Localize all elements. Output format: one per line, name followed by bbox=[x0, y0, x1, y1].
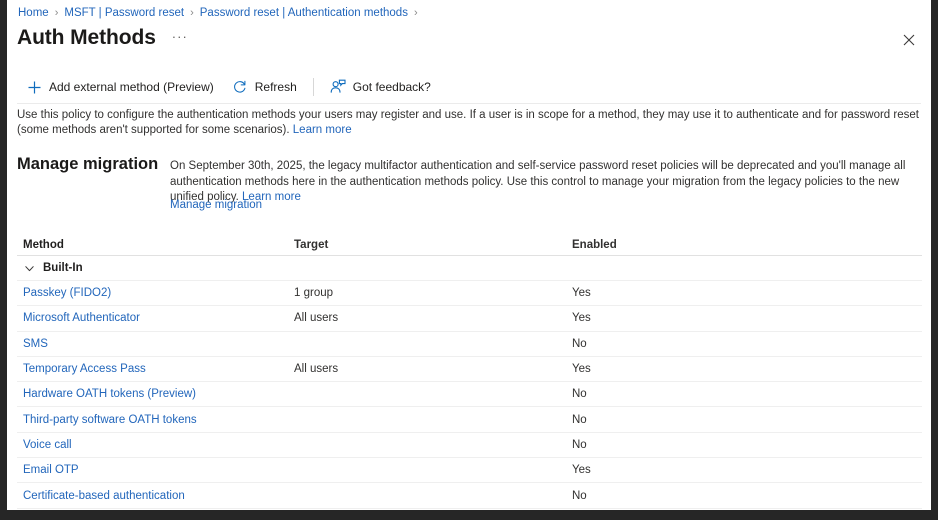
table-cell-enabled: No bbox=[572, 413, 587, 426]
table-cell-method: Third-party software OATH tokens bbox=[17, 414, 294, 426]
table-cell-method: Hardware OATH tokens (Preview) bbox=[17, 388, 294, 400]
table-cell-enabled: Yes bbox=[572, 464, 591, 477]
policy-description-learn-more-link[interactable]: Learn more bbox=[293, 124, 352, 136]
table-cell-method: Voice call bbox=[17, 439, 294, 451]
policy-description-text: Use this policy to configure the authent… bbox=[17, 109, 919, 136]
method-link[interactable]: Passkey (FIDO2) bbox=[23, 287, 111, 299]
table-row[interactable]: Third-party software OATH tokens No bbox=[17, 407, 922, 433]
table-cell-method: Passkey (FIDO2) bbox=[17, 287, 294, 299]
method-link[interactable]: Third-party software OATH tokens bbox=[23, 414, 197, 426]
refresh-icon bbox=[232, 79, 248, 95]
method-link[interactable]: SMS bbox=[23, 338, 48, 350]
more-options-button[interactable]: ··· bbox=[168, 27, 192, 46]
table-cell-enabled: No bbox=[572, 337, 587, 350]
table-cell-enabled: No bbox=[572, 438, 587, 451]
method-link[interactable]: Certificate-based authentication bbox=[23, 490, 185, 502]
plus-icon bbox=[26, 79, 42, 95]
table-body: Passkey (FIDO2) 1 group Yes Microsoft Authe… bbox=[17, 281, 922, 509]
column-header-method[interactable]: Method bbox=[17, 239, 294, 251]
breadcrumb-item-authentication-methods[interactable]: Password reset | Authentication methods bbox=[200, 5, 408, 21]
table-cell-enabled: Yes bbox=[572, 363, 591, 376]
breadcrumb-separator-icon: › bbox=[54, 7, 59, 19]
method-link[interactable]: Microsoft Authenticator bbox=[23, 312, 140, 324]
toolbar-bottom-divider bbox=[17, 103, 921, 104]
table-row[interactable]: Microsoft Authenticator All users Yes bbox=[17, 306, 922, 332]
table-group-row-built-in[interactable]: Built-In bbox=[17, 256, 922, 281]
table-cell-method: SMS bbox=[17, 338, 294, 350]
got-feedback-button[interactable]: Got feedback? bbox=[321, 73, 440, 101]
title-row: Auth Methods ··· bbox=[17, 26, 192, 50]
table-cell-target: All users bbox=[294, 363, 339, 376]
toolbar: Add external method (Preview) Refresh Go… bbox=[17, 72, 440, 102]
manage-migration-heading: Manage migration bbox=[17, 155, 159, 173]
method-link[interactable]: Temporary Access Pass bbox=[23, 363, 146, 375]
group-toggle[interactable]: Built-In bbox=[17, 262, 294, 274]
manage-migration-link[interactable]: Manage migration bbox=[170, 199, 262, 211]
auth-methods-table: Method Target Enabled Built-In Passkey (… bbox=[17, 234, 922, 509]
table-row[interactable]: Certificate-based authentication No bbox=[17, 483, 922, 509]
table-cell-enabled: Yes bbox=[572, 312, 591, 325]
group-label: Built-In bbox=[43, 262, 83, 274]
add-external-method-button[interactable]: Add external method (Preview) bbox=[17, 73, 223, 101]
table-row[interactable]: Temporary Access Pass All users Yes bbox=[17, 357, 922, 383]
table-cell-enabled: No bbox=[572, 489, 587, 502]
table-row[interactable]: Email OTP Yes bbox=[17, 458, 922, 484]
breadcrumb-separator-icon: › bbox=[190, 7, 194, 19]
table-cell-target: All users bbox=[294, 312, 339, 325]
breadcrumb-separator-icon: › bbox=[413, 7, 418, 19]
table-row[interactable]: Hardware OATH tokens (Preview) No bbox=[17, 382, 922, 408]
table-header-row: Method Target Enabled bbox=[17, 234, 922, 256]
column-header-enabled[interactable]: Enabled bbox=[572, 239, 922, 251]
table-cell-method: Certificate-based authentication bbox=[17, 490, 294, 502]
table-cell-target: 1 group bbox=[294, 287, 334, 300]
blade-panel: Home › MSFT | Password reset › Password … bbox=[7, 0, 931, 510]
table-cell-enabled: No bbox=[572, 388, 587, 401]
table-row[interactable]: SMS No bbox=[17, 332, 922, 357]
manage-migration-body: On September 30th, 2025, the legacy mult… bbox=[170, 159, 922, 206]
table-row[interactable]: Passkey (FIDO2) 1 group Yes bbox=[17, 281, 922, 307]
method-link[interactable]: Email OTP bbox=[23, 464, 79, 476]
page-title: Auth Methods bbox=[17, 26, 156, 49]
chevron-down-icon bbox=[23, 262, 35, 274]
table-cell-method: Email OTP bbox=[17, 464, 294, 476]
toolbar-divider bbox=[312, 78, 314, 96]
method-link[interactable]: Voice call bbox=[23, 439, 72, 451]
feedback-person-icon bbox=[330, 79, 346, 95]
close-button[interactable] bbox=[896, 27, 922, 53]
breadcrumb: Home › MSFT | Password reset › Password … bbox=[18, 5, 424, 21]
refresh-button[interactable]: Refresh bbox=[223, 73, 306, 101]
method-link[interactable]: Hardware OATH tokens (Preview) bbox=[23, 388, 196, 400]
breadcrumb-item-password-reset[interactable]: MSFT | Password reset bbox=[64, 5, 184, 21]
column-header-target[interactable]: Target bbox=[294, 239, 572, 251]
table-cell-enabled: Yes bbox=[572, 287, 591, 300]
add-external-method-label: Add external method (Preview) bbox=[49, 80, 214, 94]
breadcrumb-item-home[interactable]: Home bbox=[18, 5, 49, 21]
refresh-label: Refresh bbox=[254, 80, 297, 94]
table-cell-method: Microsoft Authenticator bbox=[17, 312, 294, 324]
got-feedback-label: Got feedback? bbox=[352, 80, 431, 94]
table-cell-method: Temporary Access Pass bbox=[17, 363, 294, 375]
policy-description: Use this policy to configure the authent… bbox=[17, 108, 923, 138]
table-row[interactable]: Voice call No bbox=[17, 433, 922, 459]
close-icon bbox=[903, 34, 915, 46]
